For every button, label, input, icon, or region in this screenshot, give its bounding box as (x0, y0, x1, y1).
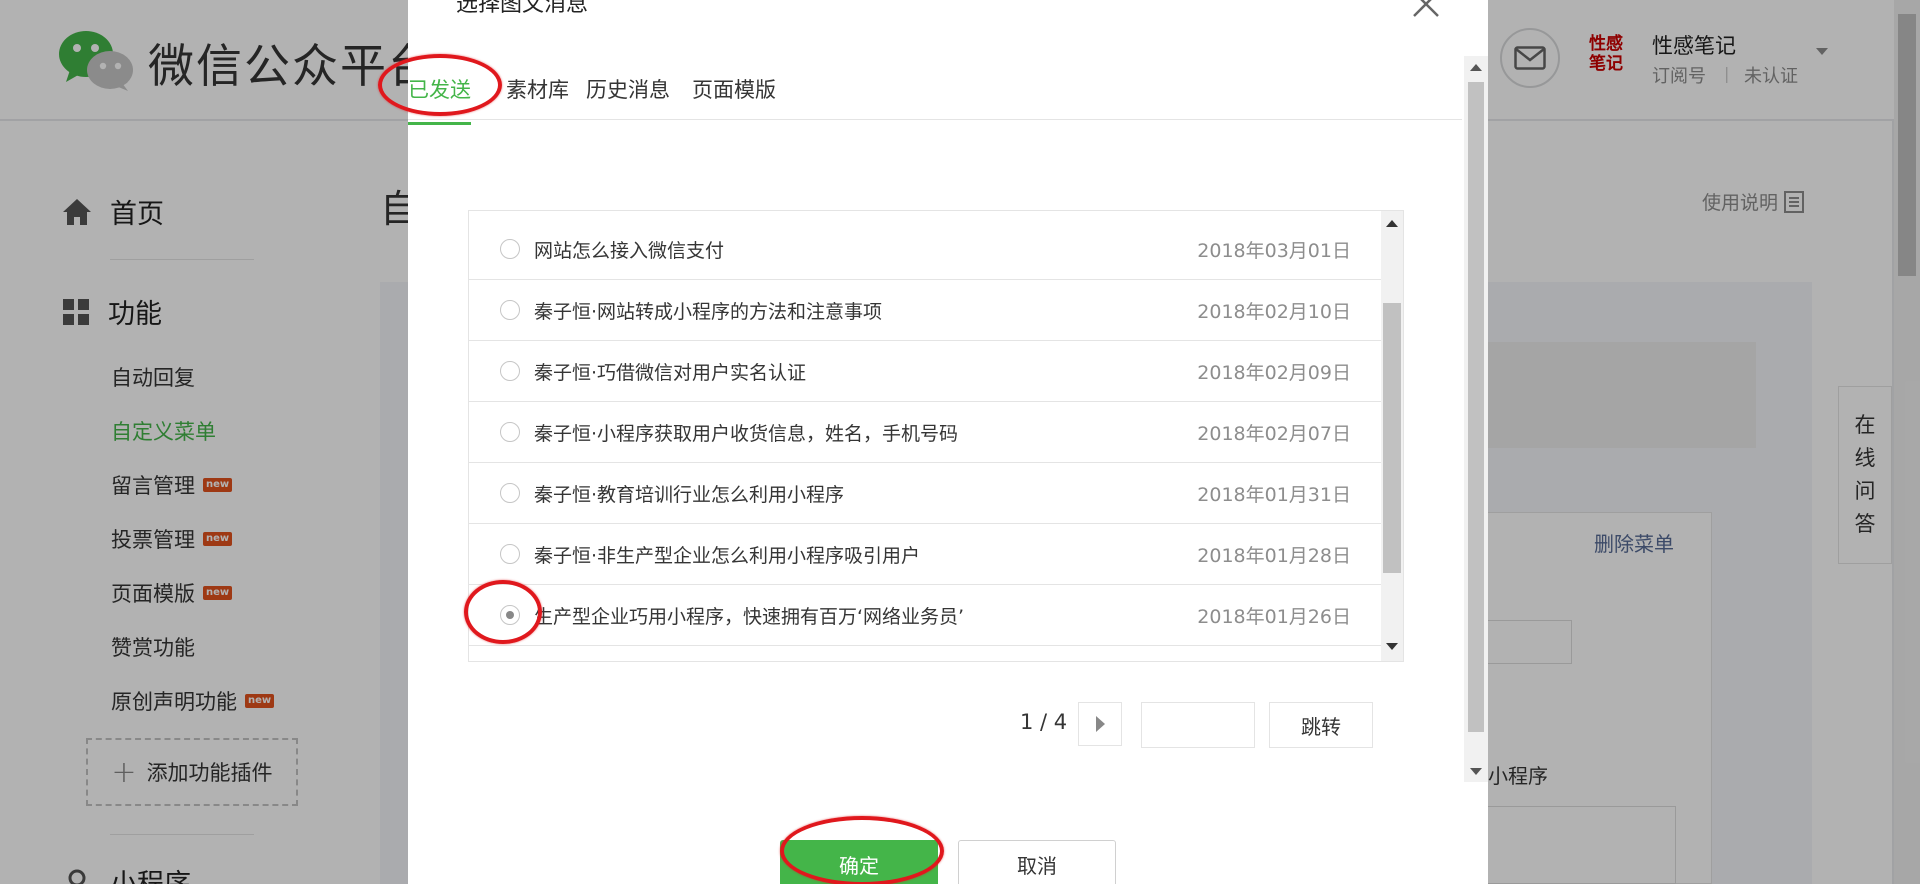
article-radio[interactable] (500, 483, 520, 503)
article-title: 秦子恒·小程序获取用户收货信息，姓名，手机号码 (534, 423, 959, 445)
scrollbar-thumb[interactable] (1383, 303, 1401, 573)
article-title: 秦子恒·网站转成小程序的方法和注意事项 (534, 301, 883, 323)
article-date: 2018年02月09日 (1197, 362, 1351, 384)
scroll-down-arrow[interactable] (1386, 643, 1398, 650)
dialog-tabs: 已发送 素材库 历史消息 页面模版 (408, 56, 1462, 125)
article-date: 2018年02月10日 (1197, 301, 1351, 323)
article-row[interactable]: 秦子恒·巧借微信对用户实名认证 2018年02月09日 (469, 341, 1381, 402)
article-row[interactable]: 秦子恒·非生产型企业怎么利用小程序吸引用户 2018年01月28日 (469, 524, 1381, 585)
scroll-up-arrow[interactable] (1386, 220, 1398, 227)
page-number-input[interactable] (1141, 702, 1255, 748)
confirm-button[interactable]: 确定 (780, 840, 938, 884)
article-row[interactable]: 生产型企业巧用小程序，快速拥有百万‘网络业务员’ 2018年01月26日 (469, 585, 1381, 646)
list-scrollbar[interactable] (1381, 211, 1403, 661)
scrollbar-thumb[interactable] (1468, 82, 1484, 732)
article-title: 秦子恒·巧借微信对用户实名认证 (534, 362, 807, 384)
article-title: 秦子恒·非生产型企业怎么利用小程序吸引用户 (534, 545, 921, 567)
tab[interactable]: 已发送 (408, 74, 471, 125)
article-row[interactable]: 秦子恒·小程序获取用户收货信息，姓名，手机号码 2018年02月07日 (469, 402, 1381, 463)
jump-button[interactable]: 跳转 (1269, 702, 1373, 748)
article-date: 2018年03月01日 (1197, 240, 1351, 262)
select-article-dialog: 选择图文消息 已发送 素材库 历史消息 页面模版 网站怎么接入微信支付 2018年03月… (378, 0, 1488, 884)
page-indicator: 1 / 4 (1020, 710, 1068, 734)
chevron-right-icon[interactable] (1078, 702, 1122, 746)
article-date: 2018年01月26日 (1197, 606, 1351, 628)
dialog-scrollbar[interactable] (1464, 56, 1488, 782)
dialog-title: 选择图文消息 (456, 0, 589, 17)
article-radio[interactable] (500, 300, 520, 320)
article-row[interactable]: 秦子恒·网站转成小程序的方法和注意事项 2018年02月10日 (469, 280, 1381, 341)
article-title: 秦子恒·教育培训行业怎么利用小程序 (534, 484, 845, 506)
article-title: 网站怎么接入微信支付 (534, 240, 725, 262)
article-title: 生产型企业巧用小程序，快速拥有百万‘网络业务员’ (534, 606, 965, 628)
tab[interactable]: 历史消息 (586, 74, 670, 122)
article-row[interactable]: 秦子恒·教育培训行业怎么利用小程序 2018年01月31日 (469, 463, 1381, 524)
article-date: 2018年01月31日 (1197, 484, 1351, 506)
article-date: 2018年01月28日 (1197, 545, 1351, 567)
article-radio[interactable] (500, 239, 520, 259)
article-date: 2018年02月07日 (1197, 423, 1351, 445)
article-radio[interactable] (500, 544, 520, 564)
cancel-button[interactable]: 取消 (958, 840, 1116, 884)
article-list: 网站怎么接入微信支付 2018年03月01日秦子恒·网站转成小程序的方法和注意事项… (468, 210, 1404, 662)
article-radio[interactable] (500, 605, 520, 625)
article-row[interactable]: 网站怎么接入微信支付 2018年03月01日 (469, 219, 1381, 280)
article-radio[interactable] (500, 361, 520, 381)
tab[interactable]: 页面模版 (692, 74, 776, 122)
article-radio[interactable] (500, 422, 520, 442)
scroll-up-arrow[interactable] (1470, 64, 1482, 71)
close-icon[interactable] (1410, 0, 1442, 20)
tab[interactable]: 素材库 (506, 74, 569, 122)
scroll-down-arrow[interactable] (1470, 768, 1482, 775)
